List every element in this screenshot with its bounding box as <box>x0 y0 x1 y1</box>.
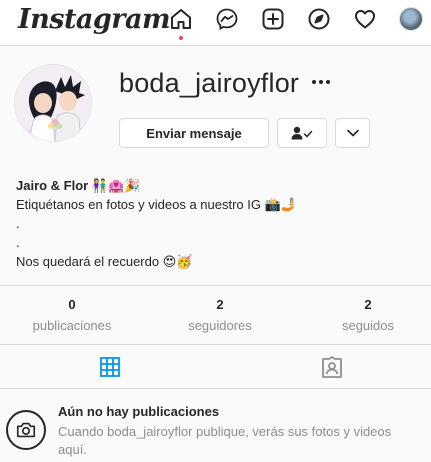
tagged-icon <box>322 356 342 378</box>
stat-value: 2 <box>364 297 372 312</box>
posts-count: 0 publicaciones <box>17 296 127 336</box>
profile-tabs <box>0 345 431 389</box>
chevron-down-icon <box>346 129 359 137</box>
following-button[interactable] <box>277 118 327 148</box>
following-count[interactable]: 2 seguidos <box>313 296 423 336</box>
nav-icons <box>168 6 431 40</box>
activity-heart-icon[interactable] <box>352 6 378 32</box>
followers-count[interactable]: 2 seguidores <box>165 296 275 336</box>
couple-illustration <box>15 65 91 141</box>
dot <box>319 80 323 84</box>
profile-username: boda_jairoyflor <box>119 68 300 98</box>
bio-line: . <box>16 235 20 250</box>
instagram-logo[interactable]: Instagram <box>18 4 171 35</box>
explore-icon[interactable] <box>306 6 332 32</box>
tab-posts[interactable] <box>98 355 122 379</box>
home-icon[interactable] <box>168 6 194 40</box>
stat-label: seguidos <box>341 318 395 333</box>
profile-avatar[interactable] <box>398 6 424 32</box>
empty-description: Cuando boda_jairoyflor publique, verás s… <box>58 424 392 457</box>
bio-line: . <box>16 216 20 231</box>
suggestions-dropdown-button[interactable] <box>335 118 370 148</box>
person-check-icon <box>291 126 313 140</box>
stat-label: publicaciones <box>32 318 112 333</box>
empty-title: Aún no hay publicaciones <box>58 404 220 419</box>
grid-icon <box>100 357 120 377</box>
notification-dot <box>179 36 183 40</box>
top-nav: Instagram <box>0 0 431 46</box>
stat-value: 0 <box>68 297 76 312</box>
dot <box>312 80 316 84</box>
avatar <box>399 7 423 31</box>
dot <box>326 80 330 84</box>
new-post-icon[interactable] <box>260 6 286 32</box>
more-options-button[interactable] <box>308 72 334 92</box>
send-message-button[interactable]: Enviar mensaje <box>119 118 269 148</box>
camera-icon <box>6 410 46 450</box>
empty-posts-state: Aún no hay publicaciones Cuando boda_jai… <box>0 390 431 462</box>
profile-picture <box>14 64 92 142</box>
stat-label: seguidores <box>188 318 252 333</box>
stat-value: 2 <box>216 297 224 312</box>
profile-stats: 0 publicaciones 2 seguidores 2 seguidos <box>0 285 431 345</box>
profile-bio: Jairo & Flor 👫🏩🎉 Etiquétanos en fotos y … <box>16 176 416 271</box>
messenger-icon[interactable] <box>214 6 240 32</box>
bio-name: Jairo & Flor 👫🏩🎉 <box>16 178 141 193</box>
bio-line: Nos quedará el recuerdo 😍🥳 <box>16 254 193 269</box>
bio-line: Etiquétanos en fotos y videos a nuestro … <box>16 197 297 212</box>
tab-tagged[interactable] <box>320 355 344 379</box>
